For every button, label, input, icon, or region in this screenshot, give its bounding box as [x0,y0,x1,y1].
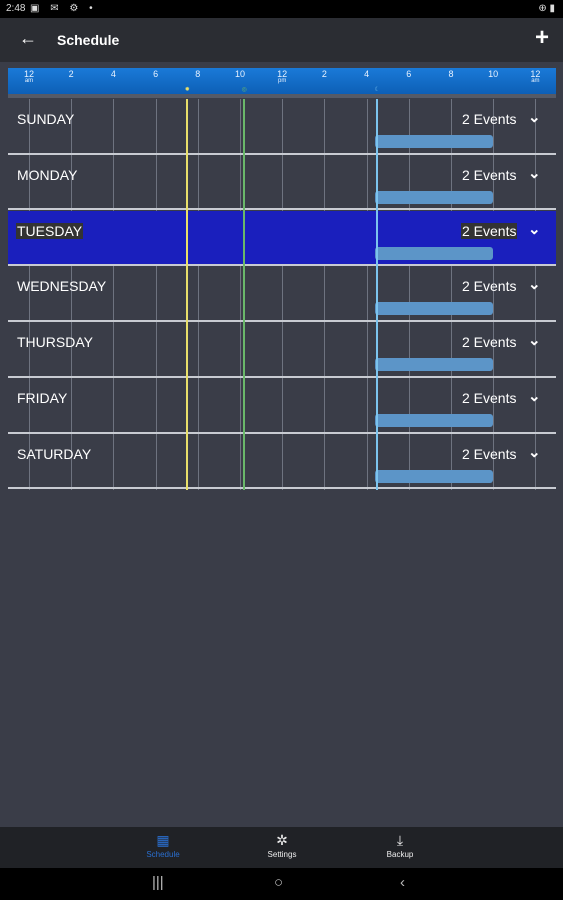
timeline-marker-icon: ☾ [374,87,380,93]
timeline-marker-icon: ✹ [184,87,190,93]
chevron-down-icon[interactable]: ⌄ [528,443,541,461]
chevron-down-icon[interactable]: ⌄ [528,331,541,349]
add-icon[interactable]: + [535,24,549,52]
event-count: 2 Events [462,445,517,462]
system-status-icons: ⊕ ▮ [538,3,555,14]
event-count: 2 Events [462,166,517,183]
nav-label: Settings [267,850,297,859]
timeline-marker-icon: ◎ [241,87,247,93]
timeline-tick-label: 4 [110,69,116,79]
event-count: 2 Events [462,390,517,406]
event-bar[interactable] [375,469,493,483]
notification-icons: ▣ ✉ ⚙ • [30,3,97,14]
timeline-tick-label: 12 am [530,69,541,85]
time-marker-line [243,99,246,490]
home-button[interactable]: ○ [274,874,283,891]
day-name: SUNDAY [17,111,75,127]
page-title: Schedule [57,32,120,48]
nav-backup[interactable]: ⤓ Backup [370,832,430,859]
timeline-tick-label: 10 [234,69,246,79]
day-row[interactable]: FRIDAY 2 Events ⌄ [8,378,556,434]
event-count: 2 Events [462,334,517,351]
bottom-navigation: ▦ Schedule ✲ Settings ⤓ Backup [0,827,563,868]
chevron-down-icon[interactable]: ⌄ [528,387,541,405]
nav-settings[interactable]: ✲ Settings [252,832,312,859]
time-marker-line [376,99,379,490]
system-navigation-bar: ||| ○ ‹ [0,868,563,900]
day-row[interactable]: TUESDAY 2 Events ⌄ [8,210,556,267]
day-row[interactable]: SATURDAY 2 Events ⌄ [8,434,556,490]
chevron-down-icon[interactable]: ⌄ [528,164,541,182]
timeline-tick-label: 12 pm [277,69,288,85]
chevron-down-icon[interactable]: ⌄ [528,275,541,293]
day-row[interactable]: SUNDAY 2 Events ⌄ [8,99,556,155]
event-bar[interactable] [375,246,493,260]
time-marker-line [186,99,189,490]
day-name: WEDNESDAY [17,278,107,295]
back-arrow-icon[interactable]: ← [18,28,38,49]
event-count: 2 Events [462,278,517,295]
chevron-down-icon[interactable]: ⌄ [528,220,541,238]
week-schedule-grid: SUNDAY 2 Events ⌄ MONDAY 2 Events ⌄ TUESDAY 2 E… [8,99,556,490]
day-name: THURSDAY [17,334,93,351]
event-bar[interactable] [375,358,493,372]
day-name: FRIDAY [17,390,68,406]
day-row[interactable]: THURSDAY 2 Events ⌄ [8,322,556,378]
event-count: 2 Events [461,222,518,239]
settings-icon: ✲ [276,832,288,848]
timeline-tick-label: 6 [406,69,412,79]
day-name: TUESDAY [16,222,84,239]
nav-schedule[interactable]: ▦ Schedule [133,832,193,859]
timeline-tick-label: 8 [195,69,201,79]
timeline-tick-label: 2 [68,69,74,79]
day-name: MONDAY [17,166,78,183]
app-bar: ← Schedule + [0,18,563,62]
nav-label: Schedule [146,850,180,859]
day-row[interactable]: WEDNESDAY 2 Events ⌄ [8,266,556,322]
timeline-tick-label: 2 [321,69,327,79]
chevron-down-icon[interactable]: ⌄ [528,108,541,126]
event-bar[interactable] [375,302,493,316]
backup-icon: ⤓ [396,832,404,848]
timeline-tick-label: 10 [488,69,499,79]
event-bar[interactable] [375,414,493,427]
event-bar[interactable] [375,135,493,148]
status-bar: 2:48 ▣ ✉ ⚙ • ⊕ ▮ [0,0,563,18]
recents-button[interactable]: ||| [152,874,164,891]
day-row[interactable]: MONDAY 2 Events ⌄ [8,155,556,211]
timeline-tick-label: 8 [448,69,454,79]
event-count: 2 Events [462,111,517,127]
schedule-icon: ▦ [156,832,170,848]
event-bar[interactable] [375,190,493,204]
system-back-button[interactable]: ‹ [400,874,405,891]
nav-label: Backup [386,850,414,859]
timeline-tick-label: 12 am [23,69,35,85]
timeline-header: 12 am 2 4 6 8 10 12 pm 2 4 6 8 10 12 am ✹ ◎ ☾ [8,68,556,94]
timeline-tick-label: 4 [364,69,370,79]
status-time: 2:48 [6,3,26,14]
timeline-divider [8,94,556,98]
timeline-tick-label: 6 [153,69,159,79]
day-name: SATURDAY [17,445,92,462]
